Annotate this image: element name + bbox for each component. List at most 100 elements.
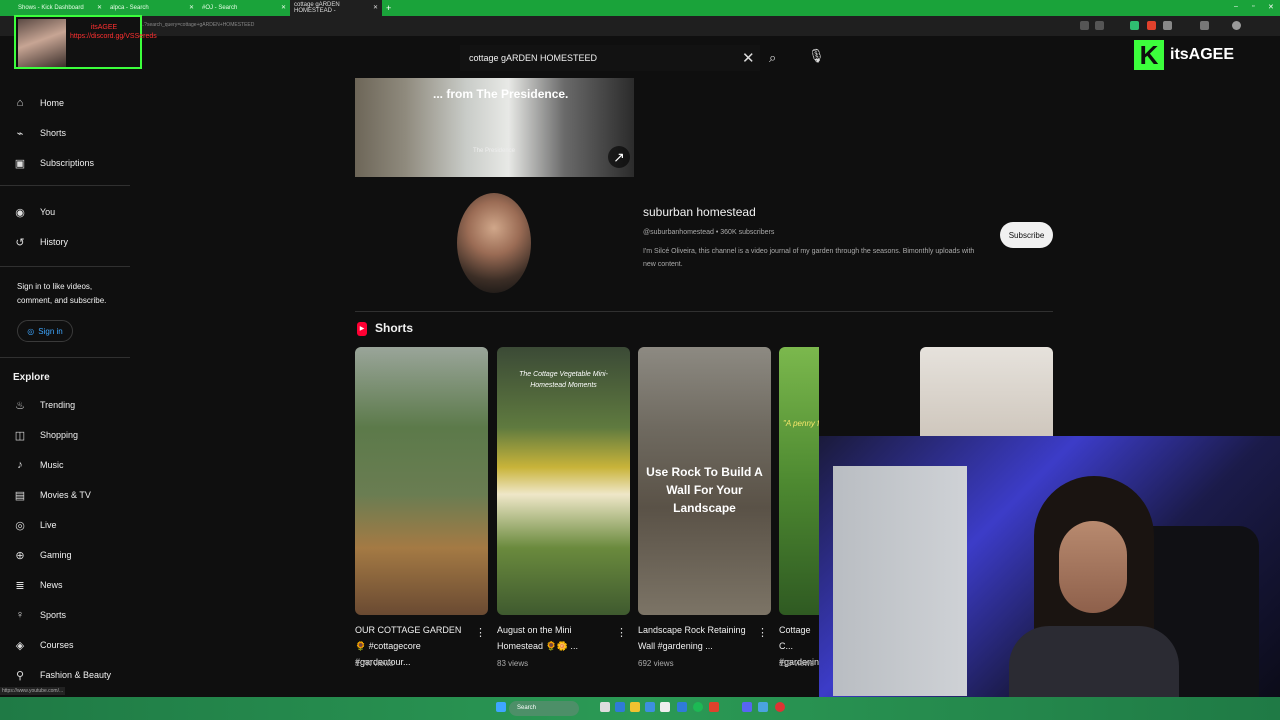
- sidebar-item-label: Live: [40, 520, 57, 530]
- extension-icon[interactable]: [1095, 21, 1104, 30]
- browser-tab[interactable]: alpca - Search ✕: [106, 0, 198, 16]
- sidebar-item-movies[interactable]: ▤ Movies & TV: [0, 480, 130, 510]
- microphone-icon[interactable]: 🎙: [808, 48, 825, 68]
- maximize-icon[interactable]: ▫: [1252, 3, 1254, 10]
- new-tab-icon[interactable]: +: [386, 3, 391, 13]
- streamer-face-image: [18, 19, 66, 67]
- webcam-overlay: [819, 436, 1280, 720]
- extension-icon[interactable]: [1130, 21, 1139, 30]
- streamer-face-image: [1059, 521, 1127, 613]
- trending-icon: ♨: [15, 399, 25, 412]
- sidebar-item-shopping[interactable]: ◫ Shopping: [0, 420, 130, 450]
- sidebar-divider: [0, 357, 130, 358]
- app-icon[interactable]: [677, 702, 687, 712]
- movies-icon: ▤: [14, 489, 26, 502]
- sidebar-item-label: Subscriptions: [40, 158, 95, 168]
- short-title[interactable]: August on the Mini Homestead 🌻🌼 ...: [497, 622, 617, 654]
- discord-icon[interactable]: [742, 702, 752, 712]
- subscribe-button[interactable]: Subscribe: [1000, 222, 1053, 248]
- sidebar-item-subscriptions[interactable]: ▣ Subscriptions: [0, 148, 130, 178]
- spotify-icon[interactable]: [693, 702, 703, 712]
- channel-description: I'm Silcé Oliveira, this channel is a vi…: [643, 248, 975, 268]
- app-icon[interactable]: [758, 702, 768, 712]
- start-icon[interactable]: [496, 702, 506, 712]
- browser-tab[interactable]: #OJ - Search ✕: [198, 0, 290, 16]
- close-tab-icon[interactable]: ✕: [97, 4, 102, 11]
- signin-prompt: Sign in to like videos, comment, and sub…: [17, 282, 107, 305]
- sidebar-item-shorts[interactable]: ⌁ Shorts: [0, 118, 130, 148]
- file-explorer-icon[interactable]: [630, 702, 640, 712]
- explore-heading: Explore: [13, 372, 50, 383]
- edge-icon[interactable]: [615, 702, 625, 712]
- tab-label: #OJ - Search: [202, 5, 238, 11]
- browser-tab-active[interactable]: cottage gARDEN HOMESTEAD - ✕: [290, 0, 382, 16]
- channel-name[interactable]: suburban homestead: [643, 205, 756, 219]
- extension-icon[interactable]: [1147, 21, 1156, 30]
- home-icon: ⌂: [16, 97, 24, 109]
- sidebar-item-label: Courses: [40, 640, 74, 650]
- short-thumbnail[interactable]: The Cottage Vegetable Mini-Homestead Mom…: [497, 347, 630, 615]
- sidebar-item-home[interactable]: ⌂ Home: [0, 88, 130, 118]
- brand-overlay: K itsAGEE: [1134, 38, 1260, 72]
- url-text[interactable]: ...?search_query=cottage+gARDEN+HOMESTEE…: [140, 22, 254, 28]
- sports-icon: ♀: [15, 609, 25, 621]
- ad-thumbnail[interactable]: ... from The Presidence. The Presidence …: [355, 78, 634, 177]
- sidebar-item-label: You: [40, 207, 56, 217]
- subscriptions-icon: ▣: [14, 157, 26, 170]
- channel-avatar[interactable]: [457, 193, 531, 293]
- sidebar-item-label: Shorts: [40, 128, 67, 138]
- short-thumbnail[interactable]: [355, 347, 488, 615]
- search-input[interactable]: [460, 45, 760, 71]
- search-icon[interactable]: ⌕: [769, 50, 776, 66]
- close-tab-icon[interactable]: ✕: [189, 4, 194, 11]
- store-icon[interactable]: [645, 702, 655, 712]
- external-link-icon[interactable]: ↗: [608, 146, 630, 168]
- sidebar-item-gaming[interactable]: ⊕ Gaming: [0, 540, 130, 570]
- task-view-icon[interactable]: [600, 702, 610, 712]
- sidebar-item-history[interactable]: ↺ History: [0, 227, 130, 257]
- sign-in-button[interactable]: ◎ Sign in: [17, 320, 73, 342]
- clear-search-icon[interactable]: ✕: [742, 49, 755, 67]
- browser-tab[interactable]: Shows - Kick Dashboard ✕: [14, 0, 106, 16]
- short-thumbnail[interactable]: Use Rock To Build A Wall For Your Landsc…: [638, 347, 771, 615]
- close-tab-icon[interactable]: ✕: [281, 4, 286, 11]
- short-views: 1.7K views: [355, 659, 394, 668]
- tab-label: cottage gARDEN HOMESTEAD -: [294, 2, 340, 14]
- brand-name: itsAGEE: [1170, 46, 1235, 63]
- courses-icon: ◈: [15, 639, 25, 652]
- short-overlay-text: "A penny for your thoughts?": [783, 419, 819, 428]
- more-options-icon[interactable]: ⋮: [616, 626, 627, 639]
- sidebar-item-label: History: [40, 237, 69, 247]
- close-tab-icon[interactable]: ✕: [373, 4, 378, 11]
- taskbar-search[interactable]: Search: [509, 701, 579, 716]
- sidebar-item-trending[interactable]: ♨ Trending: [0, 390, 130, 420]
- extension-icon[interactable]: [1163, 21, 1172, 30]
- brave-icon[interactable]: [709, 702, 719, 712]
- more-options-icon[interactable]: ⋮: [757, 626, 768, 639]
- sidebar-item-live[interactable]: ◎ Live: [0, 510, 130, 540]
- live-icon: ◎: [15, 519, 25, 532]
- you-icon: ◉: [15, 206, 25, 219]
- short-thumbnail[interactable]: [920, 347, 1053, 436]
- extension-icon[interactable]: [1200, 21, 1209, 30]
- shorts-heading: Shorts: [375, 321, 414, 335]
- sidebar-item-news[interactable]: ≣ News: [0, 570, 130, 600]
- app-icon[interactable]: [660, 702, 670, 712]
- short-overlay-text: Use Rock To Build A Wall For Your Landsc…: [646, 465, 763, 515]
- sidebar-item-fashion[interactable]: ⚲ Fashion & Beauty: [0, 660, 130, 690]
- short-title[interactable]: Landscape Rock Retaining Wall #gardening…: [638, 622, 758, 654]
- sidebar-item-sports[interactable]: ♀ Sports: [0, 600, 130, 630]
- more-options-icon[interactable]: ⋮: [475, 626, 486, 639]
- extension-icon[interactable]: [1080, 21, 1089, 30]
- sidebar-divider: [0, 266, 130, 267]
- sidebar-item-music[interactable]: ♪ Music: [0, 450, 130, 480]
- close-window-icon[interactable]: ✕: [1268, 3, 1274, 11]
- minimize-icon[interactable]: –: [1234, 3, 1238, 10]
- short-thumbnail[interactable]: "A penny for your thoughts?": [779, 347, 819, 615]
- chrome-icon[interactable]: [775, 702, 785, 712]
- profile-icon[interactable]: [1232, 21, 1241, 30]
- short-overlay-text: The Cottage Vegetable Mini-Homestead Mom…: [519, 371, 608, 389]
- brand-logo: K: [1134, 40, 1164, 70]
- sidebar-item-you[interactable]: ◉ You: [0, 197, 130, 227]
- sidebar-item-courses[interactable]: ◈ Courses: [0, 630, 130, 660]
